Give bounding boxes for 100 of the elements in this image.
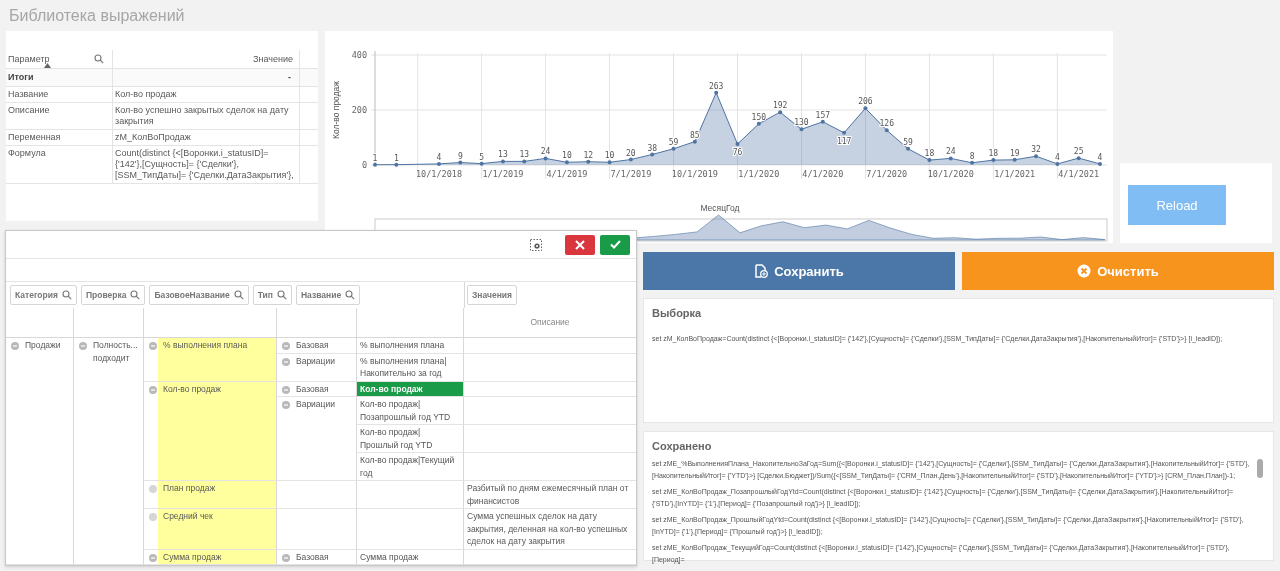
column-header[interactable]: Значение bbox=[253, 54, 293, 64]
minus-circle-icon[interactable] bbox=[11, 342, 19, 350]
parameter-name: Формула bbox=[8, 148, 46, 158]
data-point bbox=[1012, 157, 1017, 162]
data-point bbox=[820, 119, 825, 124]
parameter-value: Count(distinct {<[Воронки.i_statusID]= {'142'},[Сущность]= {'Сделки'}, [SSM_ТипДаты]= {'Сделки.ДатаЗакрытия'}, bbox=[115, 148, 294, 180]
data-point bbox=[650, 152, 655, 157]
minus-circle-icon[interactable] bbox=[282, 401, 290, 409]
data-label: 19 bbox=[1009, 148, 1020, 158]
data-point bbox=[756, 121, 761, 126]
data-point bbox=[714, 90, 719, 95]
y-axis-tick: 0 bbox=[361, 160, 367, 170]
cell-label: Вариации bbox=[296, 354, 335, 367]
table-cell[interactable]: Кол-во продаж| Прошлый год YTD bbox=[357, 425, 464, 453]
minus-circle-icon[interactable] bbox=[282, 385, 290, 394]
search-icon bbox=[277, 290, 287, 300]
filter-button[interactable]: Тип bbox=[252, 285, 292, 305]
table-cell: Разбитый по дням ежемесячный план от финансистов bbox=[464, 481, 636, 509]
parameter-name: Название bbox=[8, 89, 49, 99]
search-icon[interactable] bbox=[94, 54, 104, 64]
data-label: 18 bbox=[988, 149, 999, 159]
data-point bbox=[948, 156, 953, 161]
x-axis-tick: 1/1/2021 bbox=[994, 169, 1036, 179]
confirm-button[interactable] bbox=[600, 234, 630, 255]
data-label: 12 bbox=[583, 150, 594, 160]
data-label: 126 bbox=[879, 119, 894, 129]
minus-circle-icon[interactable] bbox=[282, 357, 290, 366]
y-axis-tick: 200 bbox=[351, 105, 367, 115]
panel-title: Выборка bbox=[652, 307, 703, 319]
data-label: 117 bbox=[836, 136, 852, 146]
circle-icon[interactable] bbox=[149, 513, 157, 521]
data-point bbox=[628, 157, 633, 162]
scrollbar-thumb[interactable] bbox=[1257, 459, 1263, 478]
data-point bbox=[906, 146, 911, 151]
clear-selections-icon[interactable] bbox=[530, 238, 542, 251]
cancel-button[interactable] bbox=[565, 234, 595, 255]
data-point bbox=[991, 158, 996, 163]
values-button[interactable]: Значения bbox=[467, 285, 517, 305]
x-axis-tick: 4/1/2020 bbox=[802, 169, 844, 179]
data-point bbox=[522, 159, 527, 164]
x-axis-tick: 1/1/2020 bbox=[738, 169, 780, 179]
data-point bbox=[1055, 161, 1060, 166]
data-label: 24 bbox=[540, 147, 551, 157]
filter-button[interactable]: Название bbox=[296, 285, 361, 305]
data-point bbox=[735, 142, 740, 147]
data-label: 24 bbox=[945, 147, 956, 157]
circle-icon[interactable] bbox=[149, 485, 157, 493]
table-cell[interactable]: Кол-во продаж| Позапрошлый год YTD bbox=[357, 397, 464, 425]
data-point bbox=[1034, 154, 1039, 159]
cell-label: План продаж bbox=[163, 482, 216, 495]
data-point bbox=[692, 139, 697, 144]
y-axis-label: Кол-во продаж bbox=[331, 81, 341, 139]
data-point bbox=[884, 128, 889, 133]
data-point bbox=[799, 127, 804, 132]
table-cell[interactable]: Сумма продаж bbox=[357, 549, 464, 565]
table-cell[interactable]: % выполнения плана| Накопительно за год bbox=[357, 353, 464, 382]
cell-label: Базовая bbox=[296, 339, 329, 352]
y-axis-tick: 400 bbox=[351, 50, 367, 60]
cell-label: Средний чек bbox=[163, 510, 213, 523]
data-point bbox=[927, 158, 932, 163]
x-axis-tick: 4/1/2021 bbox=[1058, 169, 1100, 179]
x-axis-tick: 10/1/2020 bbox=[927, 169, 974, 179]
filter-button[interactable]: Категория bbox=[10, 285, 77, 305]
data-point bbox=[564, 160, 569, 165]
x-axis-tick: 4/1/2019 bbox=[546, 169, 588, 179]
data-label: 130 bbox=[794, 118, 809, 128]
filter-button[interactable]: Проверка bbox=[80, 285, 146, 305]
data-point bbox=[479, 161, 484, 166]
data-label: 8 bbox=[969, 151, 975, 161]
data-label: 20 bbox=[626, 148, 636, 158]
data-label: 59 bbox=[668, 137, 679, 147]
data-label: 192 bbox=[772, 101, 788, 111]
data-label: 157 bbox=[815, 110, 830, 120]
minus-circle-icon[interactable] bbox=[79, 342, 87, 350]
data-point bbox=[373, 162, 377, 167]
data-label: 59 bbox=[903, 137, 913, 147]
data-point bbox=[671, 146, 676, 151]
data-label: 4 bbox=[436, 152, 442, 162]
parameter-value: Кол-во продаж bbox=[115, 89, 177, 99]
table-cell[interactable]: Кол-во продаж|Текущий год bbox=[357, 453, 464, 481]
data-label: 1 bbox=[393, 153, 399, 163]
minus-circle-icon[interactable] bbox=[282, 342, 290, 350]
minus-circle-icon[interactable] bbox=[149, 342, 157, 350]
document-plus-icon bbox=[754, 264, 769, 278]
table-cell[interactable]: % выполнения плана bbox=[357, 338, 464, 354]
total-label: Итоги bbox=[8, 72, 34, 82]
data-label: 38 bbox=[647, 143, 658, 153]
x-axis-tick: 7/1/2019 bbox=[610, 169, 652, 179]
minus-circle-icon[interactable] bbox=[149, 385, 157, 394]
save-button[interactable]: Сохранить bbox=[643, 252, 955, 290]
cell-label: Сумма продаж bbox=[163, 550, 222, 563]
minus-circle-icon[interactable] bbox=[149, 553, 157, 562]
data-label: 18 bbox=[924, 149, 935, 159]
data-label: 10 bbox=[604, 151, 615, 161]
data-label: 13 bbox=[519, 150, 530, 160]
filter-button[interactable]: БазовоеНазвание bbox=[149, 285, 249, 305]
minus-circle-icon[interactable] bbox=[282, 553, 290, 562]
column-header[interactable]: Параметр bbox=[8, 54, 50, 64]
data-label: 25 bbox=[1073, 147, 1084, 157]
checkmark-icon bbox=[609, 240, 621, 249]
